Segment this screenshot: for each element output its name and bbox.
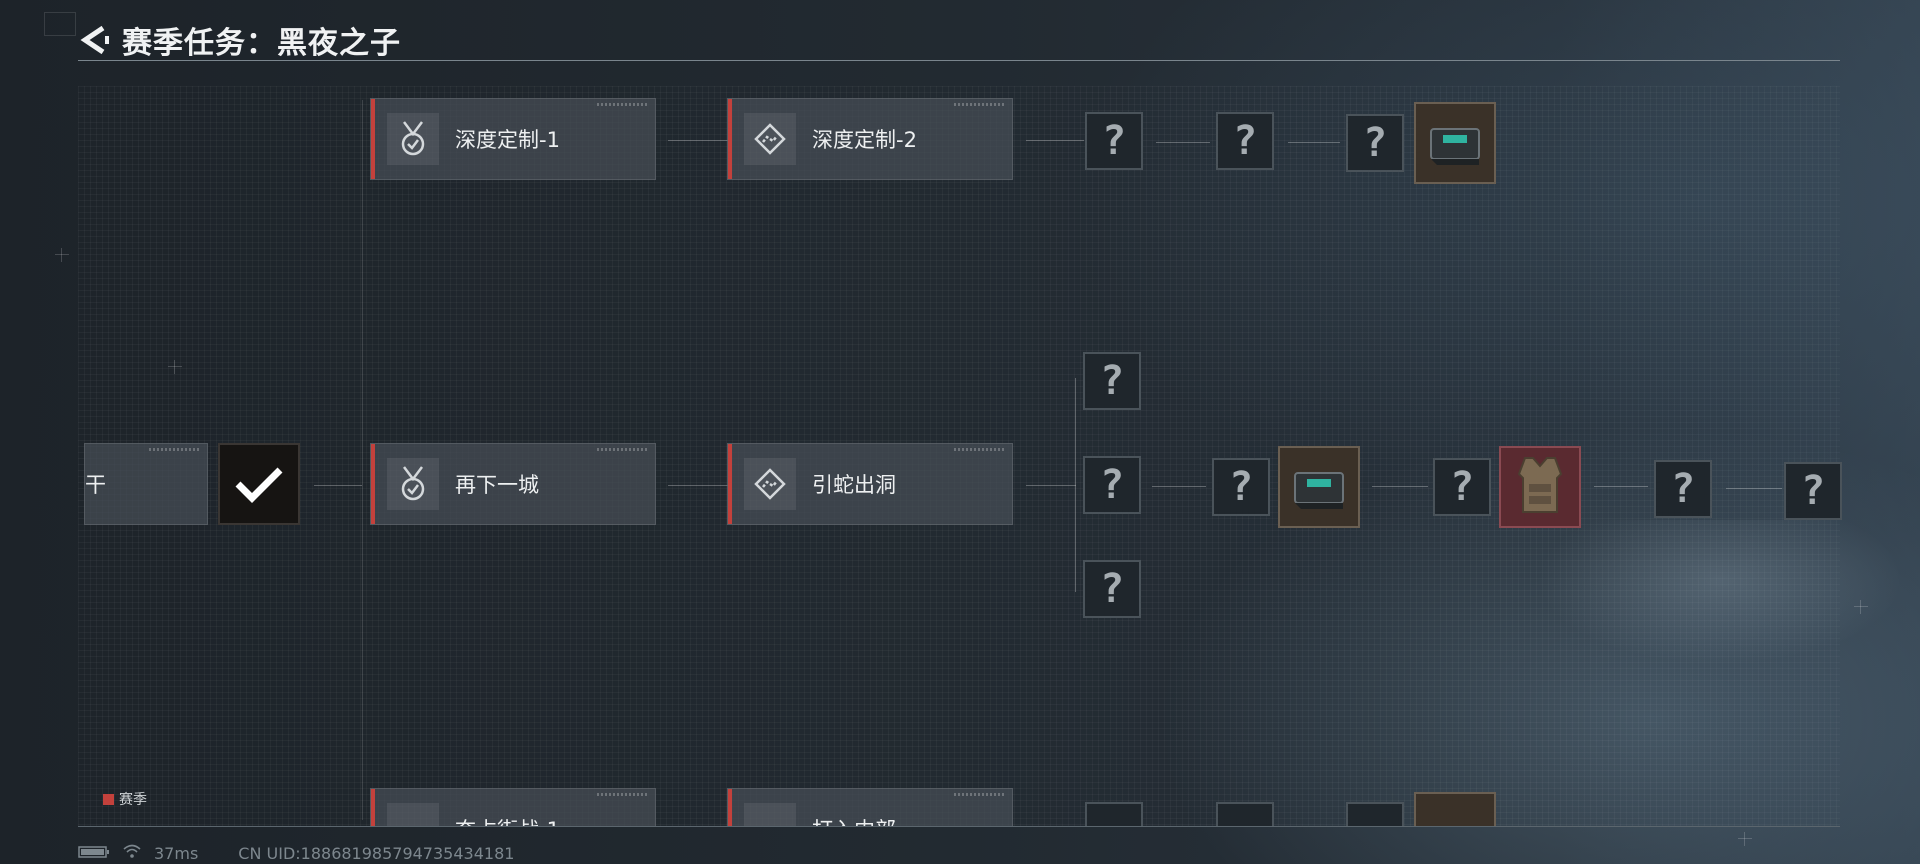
supply-crate-icon xyxy=(1294,472,1344,509)
question-mark-icon: ? xyxy=(1449,464,1475,510)
crosshair-decoration xyxy=(1738,832,1752,846)
card-decoration xyxy=(597,793,647,796)
unknown-reward-slot[interactable]: ? xyxy=(1212,458,1270,516)
unknown-reward-slot[interactable] xyxy=(1085,802,1143,826)
diamond-route-icon xyxy=(744,113,796,165)
unknown-reward-slot[interactable] xyxy=(1346,802,1404,826)
task-card-row3-1[interactable]: 夺占街战-1 xyxy=(370,788,656,826)
diamond-route-icon xyxy=(744,458,796,510)
medal-check-icon xyxy=(387,458,439,510)
status-bar: 37ms CN UID:1886819857947354341​81 xyxy=(78,843,526,863)
body-armor-reward[interactable] xyxy=(1499,446,1581,528)
unknown-reward-slot[interactable]: ? xyxy=(1083,352,1141,410)
supply-crate-icon xyxy=(1430,128,1480,165)
medal-check-icon xyxy=(387,803,439,826)
task-card-lure-snake[interactable]: 引蛇出洞 xyxy=(727,443,1013,525)
unknown-reward-slot[interactable]: ? xyxy=(1433,458,1491,516)
page-header: 赛季任务：黑夜之子 xyxy=(78,18,401,62)
card-decoration xyxy=(954,793,1004,796)
completed-check-icon xyxy=(218,443,300,525)
card-decoration xyxy=(954,448,1004,451)
body-armor-icon xyxy=(1517,457,1563,513)
wifi-icon xyxy=(122,843,142,863)
connector-line xyxy=(314,485,362,486)
diamond-route-icon xyxy=(744,803,796,826)
footer-divider xyxy=(78,826,1840,827)
task-card-partial[interactable]: 干 xyxy=(84,443,208,525)
unknown-reward-slot[interactable]: ? xyxy=(1346,114,1404,172)
battery-icon xyxy=(78,844,110,863)
ping-value: 37ms xyxy=(154,843,199,863)
row3-clip: 夺占街战-1 打入内部 xyxy=(0,780,1920,826)
supply-crate-reward[interactable] xyxy=(1414,102,1496,184)
tree-trunk-line xyxy=(362,100,363,820)
connector-line xyxy=(1594,486,1648,487)
question-mark-icon: ? xyxy=(1228,464,1254,510)
task-label: 再下一城 xyxy=(455,473,539,497)
task-card-depth-custom-2[interactable]: 深度定制-2 xyxy=(727,98,1013,180)
question-mark-icon: ? xyxy=(1099,566,1125,612)
task-label: 深度定制-1 xyxy=(455,128,560,152)
legend: 赛季 xyxy=(103,789,147,809)
connector-line xyxy=(1026,485,1076,486)
unknown-reward-slot[interactable]: ? xyxy=(1216,112,1274,170)
task-label: 干 xyxy=(85,473,106,497)
unknown-reward-slot[interactable] xyxy=(1216,802,1274,826)
question-mark-icon: ? xyxy=(1362,120,1388,166)
connector-line xyxy=(1726,488,1782,489)
connector-line xyxy=(668,140,728,141)
supply-crate-reward[interactable] xyxy=(1414,792,1496,826)
question-mark-icon: ? xyxy=(1800,468,1826,514)
connector-line xyxy=(1372,486,1428,487)
unknown-reward-slot[interactable]: ? xyxy=(1654,460,1712,518)
connector-line xyxy=(668,485,728,486)
card-decoration xyxy=(149,448,199,451)
connector-line xyxy=(1156,142,1210,143)
crosshair-decoration xyxy=(55,248,69,262)
task-label: 夺占街战-1 xyxy=(455,814,560,826)
crosshair-decoration xyxy=(168,360,182,374)
uid-text: CN UID:1886819857947354341​81 xyxy=(238,843,515,863)
connector-line xyxy=(1026,140,1084,141)
connector-line xyxy=(1152,486,1206,487)
card-decoration xyxy=(597,448,647,451)
question-mark-icon: ? xyxy=(1099,462,1125,508)
card-decoration xyxy=(597,103,647,106)
task-label: 打入内部 xyxy=(812,814,896,826)
question-mark-icon: ? xyxy=(1232,118,1258,164)
task-label: 引蛇出洞 xyxy=(812,473,896,497)
unknown-reward-slot[interactable]: ? xyxy=(1083,456,1141,514)
unknown-reward-slot[interactable]: ? xyxy=(1784,462,1842,520)
supply-crate-reward[interactable] xyxy=(1278,446,1360,528)
question-mark-icon: ? xyxy=(1101,118,1127,164)
header-divider xyxy=(78,60,1840,61)
legend-label: 赛季 xyxy=(119,792,147,808)
crosshair-decoration xyxy=(1854,600,1868,614)
question-mark-icon: ? xyxy=(1099,358,1125,404)
medal-check-icon xyxy=(387,113,439,165)
back-arrow-icon[interactable] xyxy=(78,23,112,57)
task-label: 深度定制-2 xyxy=(812,128,917,152)
card-decoration xyxy=(954,103,1004,106)
legend-swatch xyxy=(103,793,114,805)
connector-line xyxy=(1288,142,1340,143)
unknown-reward-slot[interactable]: ? xyxy=(1083,560,1141,618)
question-mark-icon: ? xyxy=(1670,466,1696,512)
corner-decoration xyxy=(44,12,76,36)
unknown-reward-slot[interactable]: ? xyxy=(1085,112,1143,170)
page-title: 赛季任务：黑夜之子 xyxy=(122,26,401,61)
task-card-depth-custom-1[interactable]: 深度定制-1 xyxy=(370,98,656,180)
task-card-take-another-city[interactable]: 再下一城 xyxy=(370,443,656,525)
task-card-row3-2[interactable]: 打入内部 xyxy=(727,788,1013,826)
